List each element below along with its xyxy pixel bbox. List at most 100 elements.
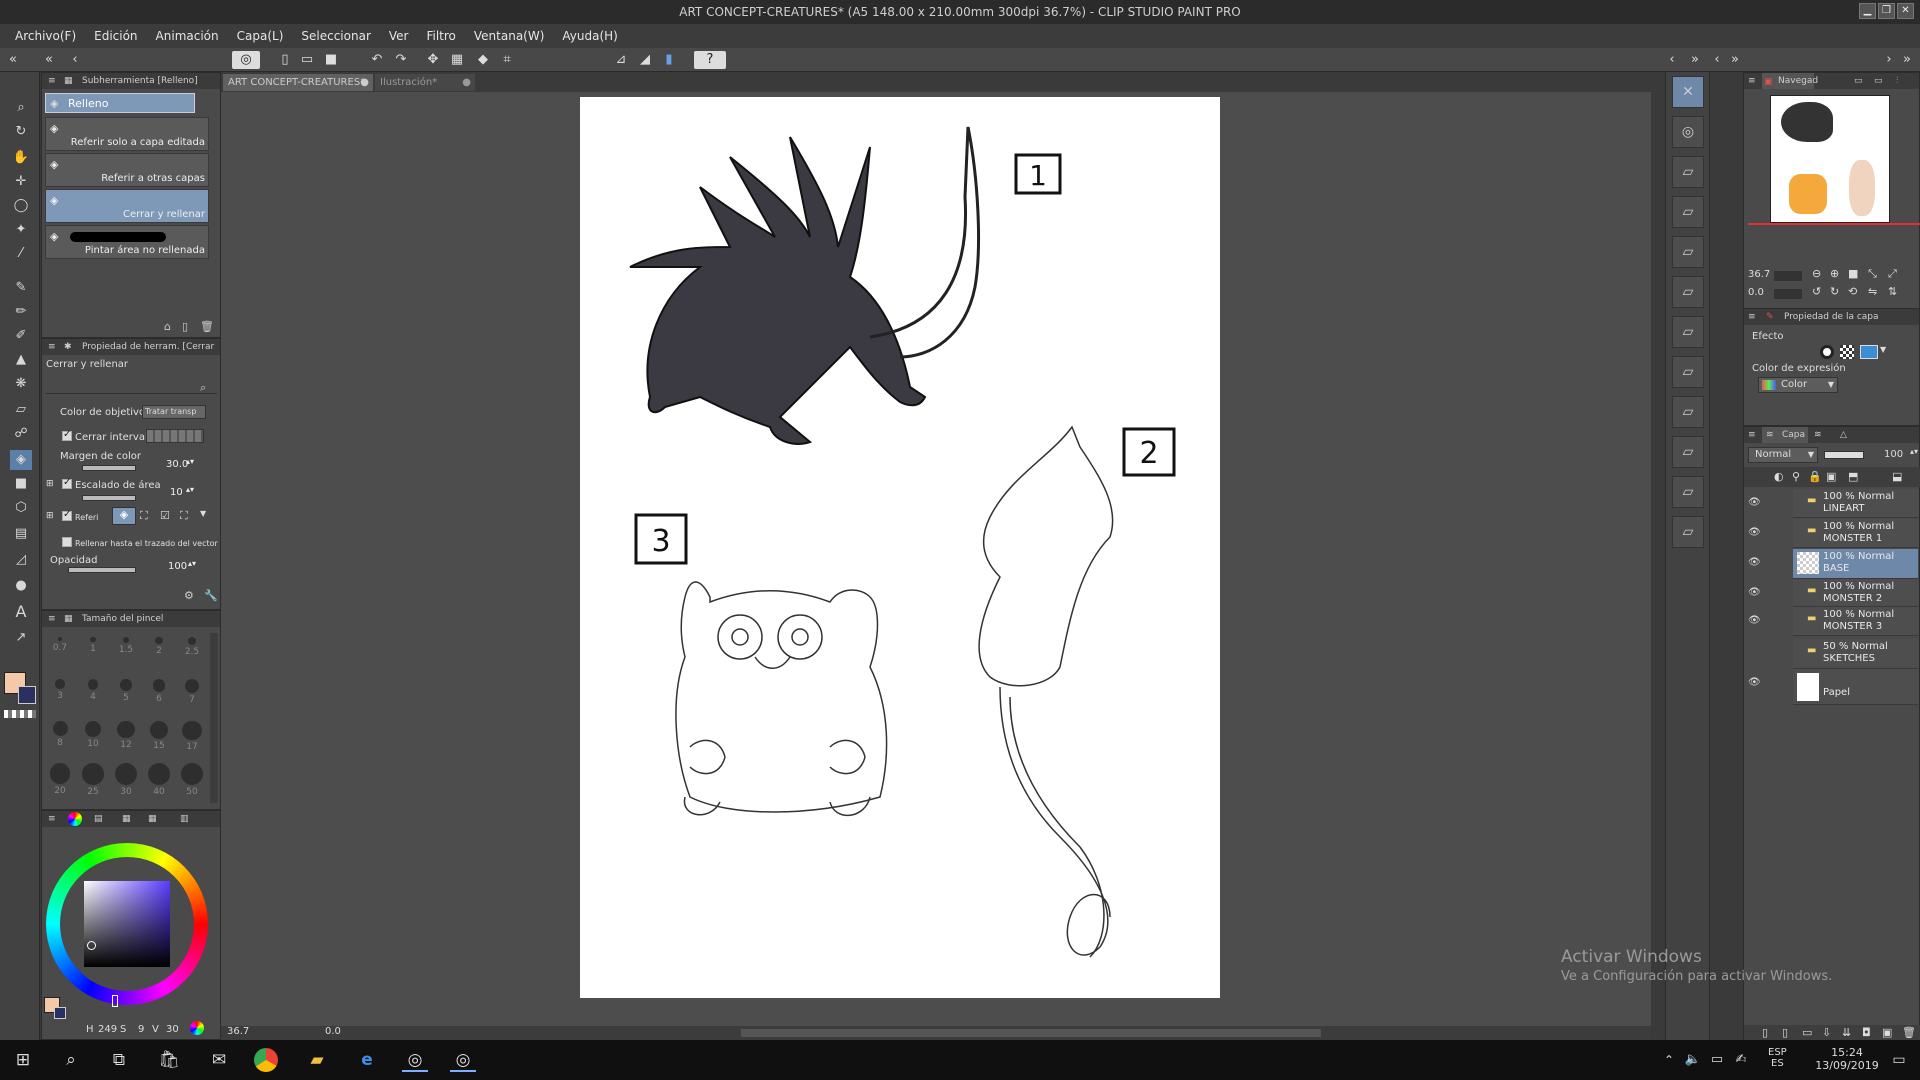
- mask-apply-icon[interactable]: ▣: [1882, 1026, 1892, 1039]
- material-folder-icon[interactable]: ▱: [1672, 436, 1704, 468]
- material-folder-icon[interactable]: ▱: [1672, 196, 1704, 228]
- new-vector-layer-icon[interactable]: ▯: [1782, 1026, 1788, 1039]
- brush-size-preset[interactable]: 40: [143, 759, 175, 797]
- fill-to-vector-row[interactable]: Rellenar hasta el trazado del vector: [62, 537, 218, 548]
- menu-layer[interactable]: Capa(L): [237, 29, 284, 43]
- transfer-down-icon[interactable]: ⇩: [1822, 1026, 1831, 1039]
- color-mode-icon[interactable]: [190, 1021, 204, 1035]
- chevron-down-icon[interactable]: ▼: [1880, 345, 1886, 354]
- menu-icon[interactable]: ≡: [48, 73, 56, 89]
- airbrush-tool-icon[interactable]: ▲: [10, 350, 32, 370]
- material-folder-icon[interactable]: ▱: [1672, 156, 1704, 188]
- color-margin-slider[interactable]: [82, 465, 136, 471]
- trash-icon[interactable]: 🗑: [200, 320, 214, 333]
- search-icon[interactable]: ⌕: [58, 1048, 84, 1072]
- new-subtool-icon[interactable]: ▯: [182, 320, 188, 333]
- color-slider-tab-icon[interactable]: ▤: [94, 811, 103, 827]
- mix-color-tab-icon[interactable]: ▥: [180, 811, 189, 827]
- subtool-group-tab[interactable]: ◈ Relleno: [45, 93, 195, 113]
- crop-icon[interactable]: ⌗: [498, 51, 516, 69]
- expand-icon[interactable]: ⊞: [46, 511, 54, 521]
- expand-icon[interactable]: ⊞: [46, 479, 54, 489]
- brush-size-preset[interactable]: 30: [110, 759, 142, 797]
- minimize-button[interactable]: ▁: [1859, 3, 1876, 19]
- visibility-eye-icon[interactable]: 👁: [1748, 615, 1762, 629]
- clock[interactable]: 15:24 13/09/2019: [1812, 1046, 1882, 1072]
- save-icon[interactable]: ■: [322, 51, 340, 69]
- undo-icon[interactable]: ↶: [368, 51, 386, 69]
- gradient-tool-icon[interactable]: ■: [10, 474, 32, 494]
- edge-icon[interactable]: e: [354, 1048, 380, 1072]
- eyedropper-icon[interactable]: ⁄: [10, 244, 32, 264]
- start-icon[interactable]: ⊞: [10, 1048, 36, 1072]
- close-gap-row[interactable]: Cerrar intervalo: [62, 429, 154, 443]
- lock-icon[interactable]: 🔒: [1808, 470, 1822, 483]
- canvas-paper[interactable]: 1 2 3: [580, 97, 1220, 998]
- brush-size-preset[interactable]: 20: [44, 759, 76, 796]
- clip-studio-paint-taskbar-icon[interactable]: ◎: [450, 1048, 476, 1072]
- menu-icon[interactable]: ≡: [48, 811, 56, 827]
- color-picker-cursor[interactable]: [87, 941, 96, 950]
- subtool-settings-icon[interactable]: ⌂: [164, 320, 171, 333]
- clipping-icon[interactable]: ◐: [1774, 470, 1784, 483]
- expression-color-dropdown[interactable]: Color ▼: [1758, 377, 1838, 393]
- border-effect-icon[interactable]: [1820, 345, 1834, 359]
- material-folder-icon[interactable]: ▱: [1672, 396, 1704, 428]
- ruler-tool-icon[interactable]: ◿: [10, 550, 32, 570]
- refer-row[interactable]: Referi: [62, 509, 98, 522]
- refer-draft-icon[interactable]: ⛶: [180, 509, 188, 523]
- layer-opacity-slider[interactable]: [1824, 451, 1864, 459]
- refer-all-layers-icon[interactable]: ◈: [112, 507, 136, 525]
- navigator-angle-slider[interactable]: [1774, 289, 1802, 299]
- close-icon[interactable]: ●: [462, 74, 471, 91]
- pen-workspace-icon[interactable]: ✍: [1728, 1048, 1754, 1072]
- chevron-left-icon[interactable]: ‹: [1663, 51, 1681, 69]
- tone-effect-icon[interactable]: [1840, 345, 1854, 359]
- menu-icon[interactable]: ≡: [48, 339, 56, 355]
- layer-row[interactable]: ▬ 100 % Normal MONSTER 2: [1793, 579, 1918, 607]
- visibility-eye-icon[interactable]: [1748, 647, 1762, 661]
- blend-mode-dropdown[interactable]: Normal ▼: [1748, 447, 1818, 463]
- brush-size-preset[interactable]: 6: [143, 675, 175, 707]
- menu-help[interactable]: Ayuda(H): [562, 29, 617, 43]
- layer-row[interactable]: Papel: [1793, 669, 1918, 705]
- mask-add-icon[interactable]: ◘: [1862, 1026, 1871, 1039]
- help-icon[interactable]: ?: [694, 51, 726, 69]
- subtool-refer-edited-layer[interactable]: ◈ Referir solo a capa editada: [45, 117, 209, 151]
- menu-file[interactable]: Archivo(F): [15, 29, 76, 43]
- brush-size-preset[interactable]: 2: [143, 633, 175, 665]
- color-wheel-tab-icon[interactable]: [68, 812, 82, 826]
- close-gap-checkbox[interactable]: [62, 429, 72, 441]
- brush-size-preset[interactable]: 3: [44, 675, 76, 707]
- eraser-tool-icon[interactable]: ▱: [10, 400, 32, 420]
- animation-tab-icon[interactable]: ≋: [1814, 427, 1822, 443]
- brush-size-preset[interactable]: 12: [110, 717, 142, 750]
- menu-icon[interactable]: ≡: [48, 611, 56, 627]
- history-tab-icon[interactable]: △: [1840, 427, 1847, 443]
- chevron-right-icon[interactable]: ›: [1880, 51, 1898, 69]
- brush-size-preset[interactable]: 50: [176, 759, 208, 797]
- task-view-icon[interactable]: ⧉: [106, 1048, 132, 1072]
- material-folder-icon[interactable]: ▱: [1672, 316, 1704, 348]
- ruler-icon[interactable]: ⬓: [1892, 470, 1902, 483]
- balloon-tool-icon[interactable]: ●: [10, 576, 32, 596]
- blend-tool-icon[interactable]: ☍: [10, 424, 32, 444]
- visibility-eye-icon[interactable]: 👁: [1748, 497, 1762, 511]
- new-raster-layer-icon[interactable]: ▯: [1762, 1026, 1768, 1039]
- lasso-tool-icon[interactable]: ◯: [10, 196, 32, 216]
- menu-edit[interactable]: Edición: [94, 29, 137, 43]
- sub-view-tab-icon[interactable]: ▭: [1854, 73, 1863, 89]
- figure-tool-icon[interactable]: ⬡: [10, 498, 32, 518]
- collapse-icon[interactable]: »: [1686, 51, 1704, 69]
- material-folder-icon[interactable]: ▱: [1672, 276, 1704, 308]
- lock-transparent-icon[interactable]: ▣: [1826, 470, 1836, 483]
- notifications-icon[interactable]: ▭: [1886, 1048, 1912, 1072]
- chrome-icon[interactable]: [254, 1048, 278, 1072]
- maximize-button[interactable]: ❐: [1878, 3, 1895, 19]
- brush-size-preset[interactable]: 25: [77, 759, 109, 797]
- layer-row[interactable]: ▬ 100 % Normal MONSTER 3: [1793, 607, 1918, 636]
- fill-to-vector-checkbox[interactable]: [62, 537, 72, 547]
- fill-icon[interactable]: ◆: [474, 51, 492, 69]
- sub-color-swatch[interactable]: [18, 686, 36, 704]
- layer-row[interactable]: ▬ 50 % Normal SKETCHES: [1793, 639, 1918, 669]
